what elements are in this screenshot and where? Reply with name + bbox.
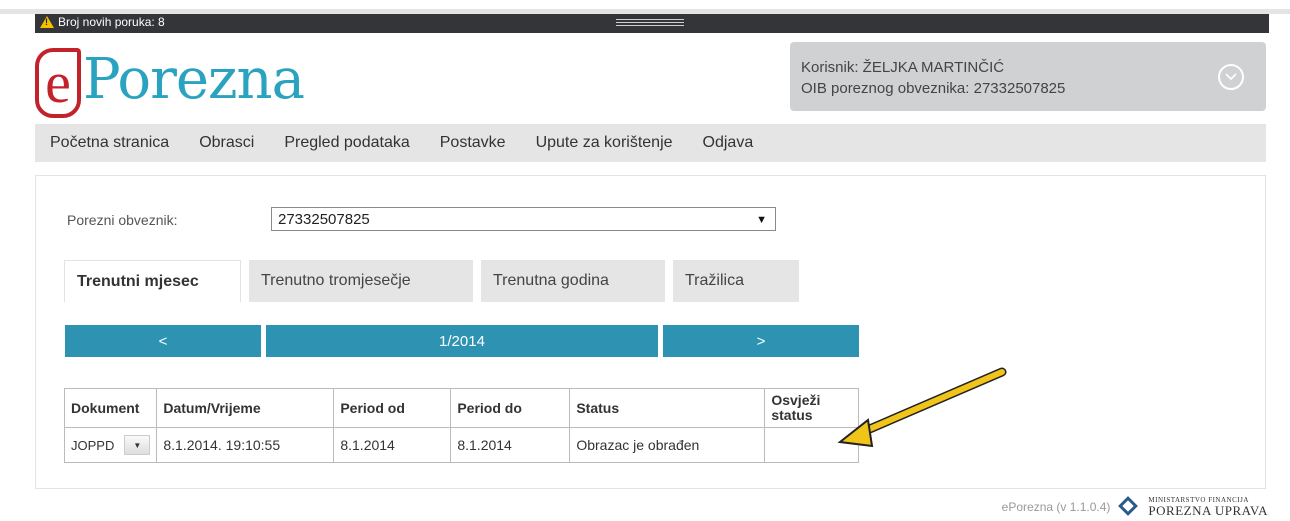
- annotation-arrow-icon: [837, 367, 1007, 448]
- version-text: ePorezna (v 1.1.0.4): [1001, 500, 1111, 514]
- footer: ePorezna (v 1.1.0.4) MINISTARSTVO FINANC…: [1002, 496, 1268, 518]
- org-name: MINISTARSTVO FINANCIJA POREZNA UPRAVA: [1148, 497, 1268, 518]
- porezna-uprava-logo-icon: [1118, 496, 1140, 518]
- org-big: POREZNA UPRAVA: [1148, 503, 1268, 518]
